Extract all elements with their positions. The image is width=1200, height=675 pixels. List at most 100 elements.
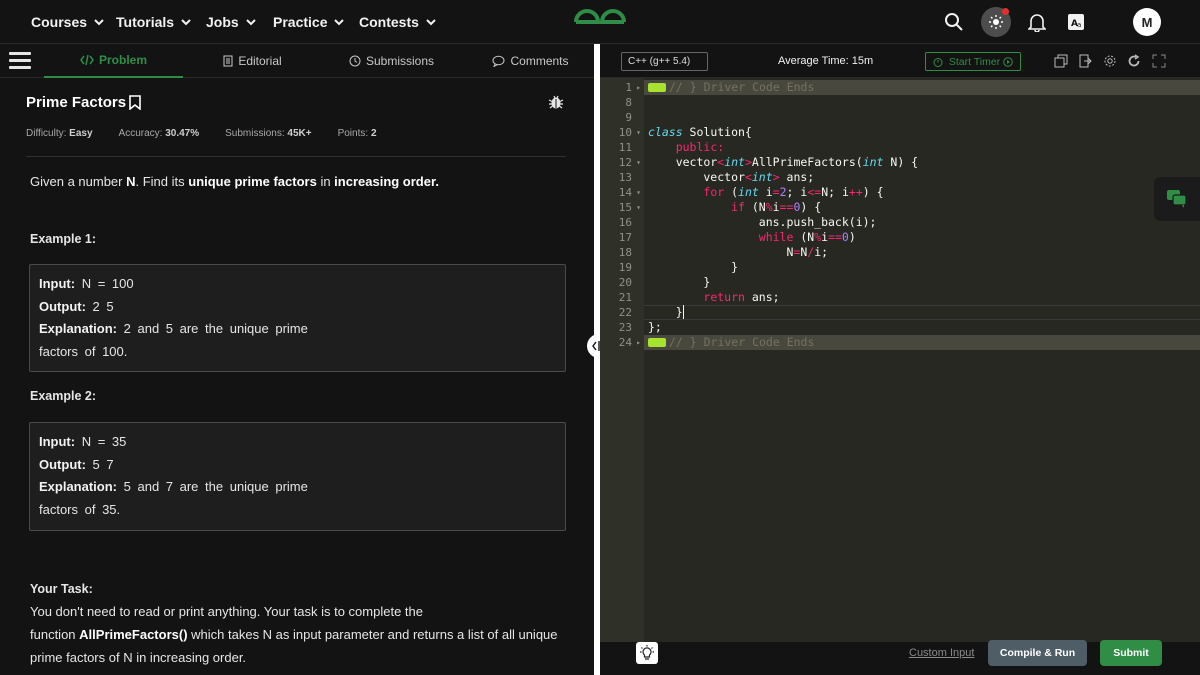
chat-icon[interactable] <box>1154 177 1200 221</box>
line-number: 21 <box>618 291 632 304</box>
top-navbar: Courses Tutorials Jobs Practice Contests… <box>0 0 1200 44</box>
accuracy: Accuracy: 30.47% <box>118 128 200 139</box>
code-line: vector<int> ans; <box>648 170 815 184</box>
editor-toolbar: C++ (g++ 5.4) Average Time: 15m Start Ti… <box>600 44 1200 78</box>
chevron-down-icon <box>94 19 104 26</box>
svg-text:a: a <box>1077 21 1081 29</box>
settings-icon[interactable] <box>1103 54 1117 68</box>
nav-tutorials-label: Tutorials <box>116 14 175 30</box>
line-number: 15 ▾ <box>618 201 641 214</box>
custom-input-link[interactable]: Custom Input <box>909 647 974 659</box>
code-line: public: <box>675 140 725 154</box>
code-line: return ans; <box>703 290 780 304</box>
average-time: Average Time: 15m <box>778 55 874 67</box>
code-line: for (int i=2; i<=N; i++) { <box>703 185 884 199</box>
line-number: 24 ▸ <box>618 336 641 349</box>
timer-icon <box>933 57 943 67</box>
problem-statement: Given a number N. Find its unique prime … <box>30 174 439 189</box>
start-timer-button[interactable]: Start Timer <box>925 52 1021 71</box>
nav-contests-label: Contests <box>359 14 419 30</box>
active-line <box>644 305 1200 320</box>
translate-icon[interactable]: Aa <box>1062 8 1090 36</box>
code-line: // } Driver Code Ends <box>644 335 1200 350</box>
tab-editorial[interactable]: Editorial <box>183 44 322 78</box>
language-select[interactable]: C++ (g++ 5.4) <box>621 52 708 71</box>
code-icon <box>80 55 94 65</box>
code-line: // } Driver Code Ends <box>644 80 1200 95</box>
line-number: 14 ▾ <box>618 186 641 199</box>
line-number: 22 <box>618 306 632 319</box>
compile-run-button[interactable]: Compile & Run <box>988 640 1087 666</box>
example-2-heading: Example 2: <box>30 389 97 403</box>
nav-courses-label: Courses <box>31 14 88 30</box>
tab-comments-label: Comments <box>510 54 569 68</box>
nav-practice-label: Practice <box>273 14 328 30</box>
problem-panel: Problem Editorial Submissions Comments P… <box>0 44 596 675</box>
problem-tabbar: Problem Editorial Submissions Comments <box>0 44 596 78</box>
problem-meta: Difficulty: Easy Accuracy: 30.47% Submis… <box>26 128 403 139</box>
submit-button[interactable]: Submit <box>1100 640 1162 666</box>
menu-icon[interactable] <box>9 52 31 70</box>
code-editor[interactable]: // } Driver Code Ends class Solution{ pu… <box>644 78 1200 642</box>
example-1-box: Input: N = 100 Output: 2 5 Explanation: … <box>29 264 566 372</box>
lightbulb-icon[interactable] <box>636 642 658 664</box>
code-line: } <box>648 260 739 274</box>
document-icon <box>223 55 233 67</box>
editor-footer: Custom Input Compile & Run Submit <box>600 640 1200 675</box>
line-number: 9 <box>625 111 632 124</box>
tab-comments[interactable]: Comments <box>461 44 600 78</box>
code-line: } <box>648 275 711 289</box>
editor-panel: C++ (g++ 5.4) Average Time: 15m Start Ti… <box>600 44 1200 675</box>
bookmark-icon[interactable] <box>129 95 141 110</box>
line-number: 10 ▾ <box>618 126 641 139</box>
bug-report-icon[interactable] <box>548 94 564 110</box>
avatar[interactable]: M <box>1133 8 1161 36</box>
reset-icon[interactable] <box>1127 54 1141 68</box>
nav-jobs-label: Jobs <box>206 14 239 30</box>
code-line: }; <box>648 320 662 334</box>
clock-icon <box>349 55 361 67</box>
line-number: 23 <box>618 321 632 334</box>
nav-tutorials[interactable]: Tutorials <box>116 0 192 44</box>
example-2-box: Input: N = 35 Output: 5 7 Explanation: 5… <box>29 422 566 531</box>
line-number: 18 <box>618 246 632 259</box>
tab-submissions[interactable]: Submissions <box>322 44 461 78</box>
notification-dot <box>1002 8 1009 15</box>
line-number: 13 <box>618 171 632 184</box>
nav-practice[interactable]: Practice <box>273 0 345 44</box>
gfg-logo[interactable] <box>572 6 628 38</box>
example-1-heading: Example 1: <box>30 232 97 246</box>
submissions-count: Submissions: 45K+ <box>225 128 312 139</box>
points: Points: 2 <box>337 128 377 139</box>
fullscreen-icon[interactable] <box>1152 54 1166 68</box>
code-line: if (N%i==0) { <box>731 200 822 214</box>
nav-courses[interactable]: Courses <box>31 0 105 44</box>
line-number: 20 <box>618 276 632 289</box>
chevron-down-icon <box>245 19 256 26</box>
line-number: 19 <box>618 261 632 274</box>
import-icon[interactable] <box>1078 54 1092 68</box>
comment-icon <box>492 55 505 67</box>
bell-icon[interactable] <box>1023 8 1051 36</box>
copy-icon[interactable] <box>1054 54 1068 68</box>
line-number: 16 <box>618 216 632 229</box>
tab-submissions-label: Submissions <box>365 54 435 68</box>
nav-contests[interactable]: Contests <box>359 0 437 44</box>
search-icon[interactable] <box>940 8 968 36</box>
problem-title: Prime Factors <box>26 94 127 111</box>
line-number: 1 ▸ <box>625 81 641 94</box>
code-line: vector<int>AllPrimeFactors(int N) { <box>648 155 919 169</box>
tab-problem-label: Problem <box>98 53 147 67</box>
line-number: 12 ▾ <box>618 156 641 169</box>
chevron-down-icon <box>334 19 345 26</box>
theme-toggle-icon[interactable] <box>981 7 1011 37</box>
nav-jobs[interactable]: Jobs <box>206 0 257 44</box>
difficulty: Difficulty: Easy <box>26 128 93 139</box>
code-line: class Solution{ <box>648 125 752 139</box>
divider <box>26 156 566 157</box>
code-line: N=N/i; <box>648 245 829 259</box>
your-task-heading: Your Task: <box>30 582 93 596</box>
tab-problem[interactable]: Problem <box>44 44 183 78</box>
line-number: 17 <box>618 231 632 244</box>
line-number: 8 <box>625 96 632 109</box>
